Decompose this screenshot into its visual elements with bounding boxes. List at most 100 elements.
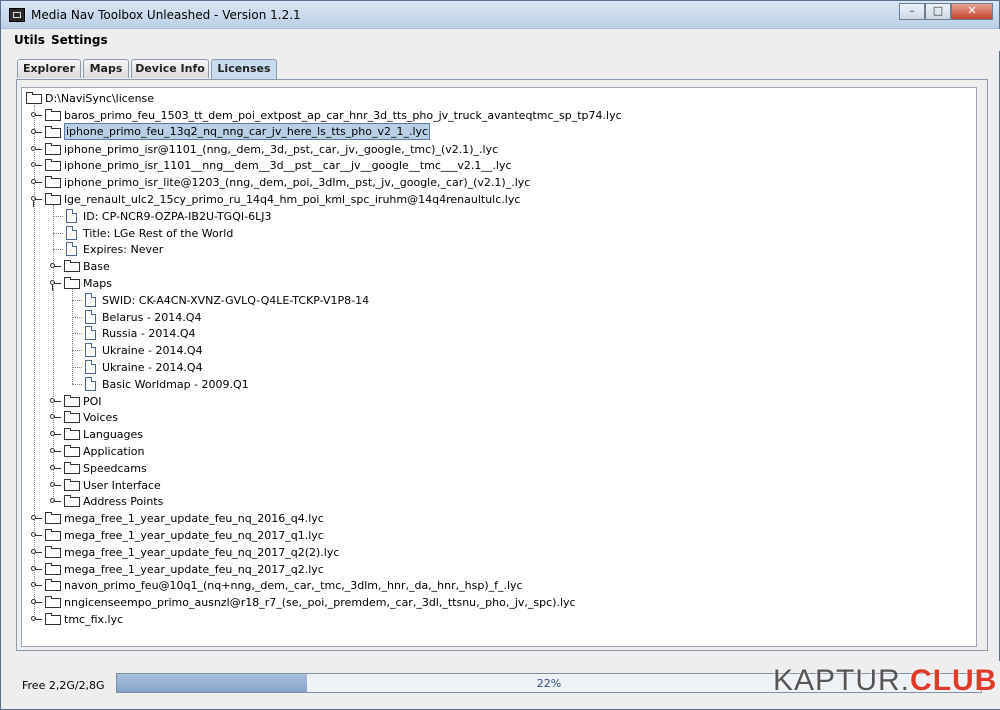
tree-item-label: SWID: CK-A4CN-XVNZ-GVLQ-Q4LE-TCKP-V1P8-1… xyxy=(102,293,370,307)
tree-leaf-item[interactable]: Expires: Never xyxy=(22,241,972,258)
tree-item-label: Ukraine - 2014.Q4 xyxy=(102,344,203,358)
tab-device-info[interactable]: Device Info xyxy=(131,59,209,78)
tree-node-item[interactable]: mega_free_1_year_update_feu_nq_2017_q2.l… xyxy=(22,561,972,578)
tree-leaf-item[interactable]: Basic Worldmap - 2009.Q1 xyxy=(22,376,972,393)
tree-node-item[interactable]: lge_renault_ulc2_15cy_primo_ru_14q4_hm_p… xyxy=(22,191,972,208)
collapsed-toggle-icon[interactable] xyxy=(31,179,42,185)
tree-item-label: iphone_primo_isr@1101_(nng,_dem,_3d,_pst… xyxy=(64,142,499,156)
collapsed-toggle-icon[interactable] xyxy=(31,532,42,537)
tree-node-item[interactable]: iphone_primo_feu_13q2_nq_nng_car_jv_here… xyxy=(22,122,972,141)
tree-node-item[interactable]: Base xyxy=(22,258,972,275)
tree-connector-line xyxy=(53,232,63,234)
collapsed-toggle-icon[interactable] xyxy=(50,448,61,453)
tree-node-item[interactable]: iphone_primo_isr_lite@1203_(nng,_dem,_po… xyxy=(22,174,972,191)
tree-item-label: Russia - 2014.Q4 xyxy=(102,327,196,341)
tree-node-item[interactable]: tmc_fix.lyc xyxy=(22,611,972,628)
tree-node-item[interactable]: nngicenseempo_primo_ausnzl@r18_r7_(se,_p… xyxy=(22,594,972,611)
tab-maps[interactable]: Maps xyxy=(83,59,129,78)
tree-item-label: mega_free_1_year_update_feu_nq_2017_q1.l… xyxy=(64,529,324,542)
tree-node-item[interactable]: Application xyxy=(22,443,972,460)
tree-leaf-item[interactable]: SWID: CK-A4CN-XVNZ-GVLQ-Q4LE-TCKP-V1P8-1… xyxy=(22,292,972,309)
collapsed-toggle-icon[interactable] xyxy=(50,481,61,487)
file-icon xyxy=(66,225,77,240)
file-icon xyxy=(85,326,96,341)
collapsed-toggle-icon[interactable] xyxy=(50,263,61,269)
maximize-button[interactable]: □ xyxy=(925,3,951,20)
tree-node-item[interactable]: iphone_primo_isr@1101_(nng,_dem,_3d,_pst… xyxy=(22,141,972,158)
collapsed-toggle-icon[interactable] xyxy=(31,599,42,605)
tree-node-item[interactable]: User Interface xyxy=(22,477,972,494)
menu-bar: Utils Settings xyxy=(2,29,1000,51)
tree-node-item[interactable]: mega_free_1_year_update_feu_nq_2017_q1.l… xyxy=(22,527,972,544)
tree-node-item[interactable]: Voices xyxy=(22,409,972,426)
folder-icon xyxy=(45,596,61,609)
tree-node-item[interactable]: Address Points xyxy=(22,493,972,510)
folder-icon xyxy=(26,92,42,104)
close-button[interactable]: ✕ xyxy=(951,3,993,20)
tree-node-item[interactable]: Maps xyxy=(22,275,972,292)
tree-leaf-item[interactable]: Russia - 2014.Q4 xyxy=(22,325,972,342)
expanded-toggle-icon[interactable] xyxy=(31,196,42,207)
tree-item-label: Ukraine - 2014.Q4 xyxy=(102,361,203,374)
file-icon xyxy=(66,208,77,223)
tree-leaf-item[interactable]: ID: CP-NCR9-OZPA-IB2U-TGQI-6LJ3 xyxy=(22,208,972,225)
folder-icon xyxy=(45,545,61,558)
collapsed-toggle-icon[interactable] xyxy=(31,515,42,521)
window-controls: – □ ✕ xyxy=(899,3,993,21)
tree-node-item[interactable]: Languages xyxy=(22,426,972,443)
tree-node-item[interactable]: iphone_primo_isr_1101__nng__dem__3d__pst… xyxy=(22,157,972,174)
tree-node-item[interactable]: Speedcams xyxy=(22,460,972,477)
folder-icon xyxy=(45,193,61,205)
tree-leaf-item[interactable]: Ukraine - 2014.Q4 xyxy=(22,342,972,359)
title-bar[interactable]: Media Nav Toolbox Unleashed - Version 1.… xyxy=(1,1,999,29)
collapsed-toggle-icon[interactable] xyxy=(50,414,61,420)
tab-licenses[interactable]: Licenses xyxy=(211,59,277,79)
file-icon xyxy=(85,309,96,324)
license-tree[interactable]: D:\NaviSync\license baros_primo_feu_1503… xyxy=(21,87,977,647)
menu-settings[interactable]: Settings xyxy=(51,33,108,47)
collapsed-toggle-icon[interactable] xyxy=(31,112,42,117)
folder-icon xyxy=(64,445,80,457)
tree-item-label: iphone_primo_feu_13q2_nq_nng_car_jv_here… xyxy=(64,122,431,140)
minimize-button[interactable]: – xyxy=(899,3,925,20)
tree-root[interactable]: D:\NaviSync\license xyxy=(26,90,426,107)
tree-leaf-item[interactable]: Ukraine - 2014.Q4 xyxy=(22,359,972,376)
menu-utils[interactable]: Utils xyxy=(14,33,45,47)
tree-node-item[interactable]: POI xyxy=(22,393,972,410)
collapsed-toggle-icon[interactable] xyxy=(31,582,42,588)
folder-icon xyxy=(45,109,61,121)
expanded-toggle-icon[interactable] xyxy=(50,280,61,291)
tree-leaf-item[interactable]: Belarus - 2014.Q4 xyxy=(22,309,972,326)
collapsed-toggle-icon[interactable] xyxy=(31,145,42,151)
collapsed-toggle-icon[interactable] xyxy=(31,616,42,621)
tree-node-item[interactable]: mega_free_1_year_update_feu_nq_2017_q2(2… xyxy=(22,544,972,561)
collapsed-toggle-icon[interactable] xyxy=(50,464,61,470)
tree-item-label: iphone_primo_isr_1101__nng__dem__3d__pst… xyxy=(64,159,512,173)
folder-icon xyxy=(45,562,61,575)
folder-icon xyxy=(64,495,80,508)
tree-connector-line xyxy=(72,350,82,352)
tree-node-item[interactable]: mega_free_1_year_update_feu_nq_2016_q4.l… xyxy=(22,510,972,527)
collapsed-toggle-icon[interactable] xyxy=(50,431,61,437)
collapsed-toggle-icon[interactable] xyxy=(31,128,42,134)
tree-item-label: Maps xyxy=(83,277,112,290)
watermark-part2: CLUB xyxy=(910,664,998,697)
folder-icon xyxy=(45,176,61,189)
tree-root-label: D:\NaviSync\license xyxy=(45,92,155,105)
tree-leaf-item[interactable]: Title: LGe Rest of the World xyxy=(22,225,972,242)
collapsed-toggle-icon[interactable] xyxy=(31,548,42,554)
folder-icon xyxy=(45,579,61,592)
collapsed-toggle-icon[interactable] xyxy=(50,498,61,504)
tree-node-item[interactable]: navon_primo_feu@10q1_(nq+nng,_dem,_car,_… xyxy=(22,577,972,594)
tab-explorer[interactable]: Explorer xyxy=(17,59,81,78)
tree-item-label: tmc_fix.lyc xyxy=(64,613,124,626)
folder-icon xyxy=(64,461,80,474)
tree-guide-line xyxy=(53,205,54,502)
collapsed-toggle-icon[interactable] xyxy=(31,162,42,168)
folder-icon xyxy=(64,411,80,424)
app-window: Media Nav Toolbox Unleashed - Version 1.… xyxy=(0,0,1000,710)
tree-guide-line xyxy=(72,289,73,384)
collapsed-toggle-icon[interactable] xyxy=(31,565,42,571)
tree-node-item[interactable]: baros_primo_feu_1503_tt_dem_poi_extpost_… xyxy=(22,107,972,124)
collapsed-toggle-icon[interactable] xyxy=(50,397,61,403)
